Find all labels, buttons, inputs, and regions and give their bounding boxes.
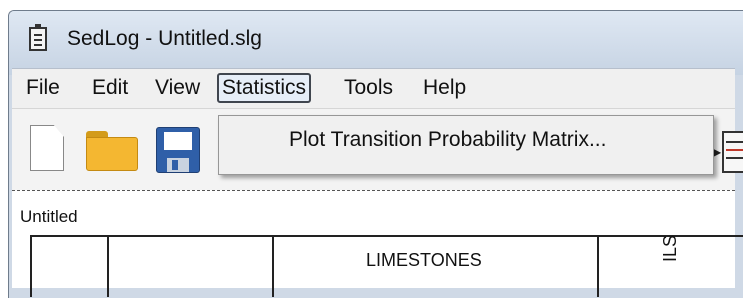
rotated-column-label: ILS	[660, 234, 680, 262]
menu-view[interactable]: View	[152, 73, 203, 103]
title-bar[interactable]: SedLog - Untitled.slg	[9, 11, 743, 75]
column-divider	[272, 235, 274, 297]
column-divider	[597, 235, 599, 297]
statistics-dropdown: Plot Transition Probability Matrix...	[218, 115, 714, 175]
menu-statistics[interactable]: Statistics	[217, 73, 312, 103]
new-document-icon[interactable]	[30, 125, 64, 171]
document-lines-icon	[29, 24, 47, 51]
menu-file[interactable]: File	[23, 73, 63, 103]
log-grid-icon[interactable]	[722, 131, 743, 173]
plot-transition-matrix-item[interactable]: Plot Transition Probability Matrix...	[289, 128, 606, 152]
column-divider	[107, 235, 109, 297]
menu-help[interactable]: Help	[420, 73, 469, 103]
window-title: SedLog - Untitled.slg	[67, 27, 262, 50]
menu-tools[interactable]: Tools	[341, 73, 396, 103]
document-tab[interactable]: Untitled	[20, 207, 78, 227]
save-disk-icon[interactable]	[156, 127, 200, 173]
limestones-column-header: LIMESTONES	[366, 250, 482, 270]
open-folder-icon[interactable]	[86, 131, 138, 171]
menu-edit[interactable]: Edit	[89, 73, 131, 103]
menu-bar: File Edit View Statistics Tools Help	[12, 68, 735, 109]
